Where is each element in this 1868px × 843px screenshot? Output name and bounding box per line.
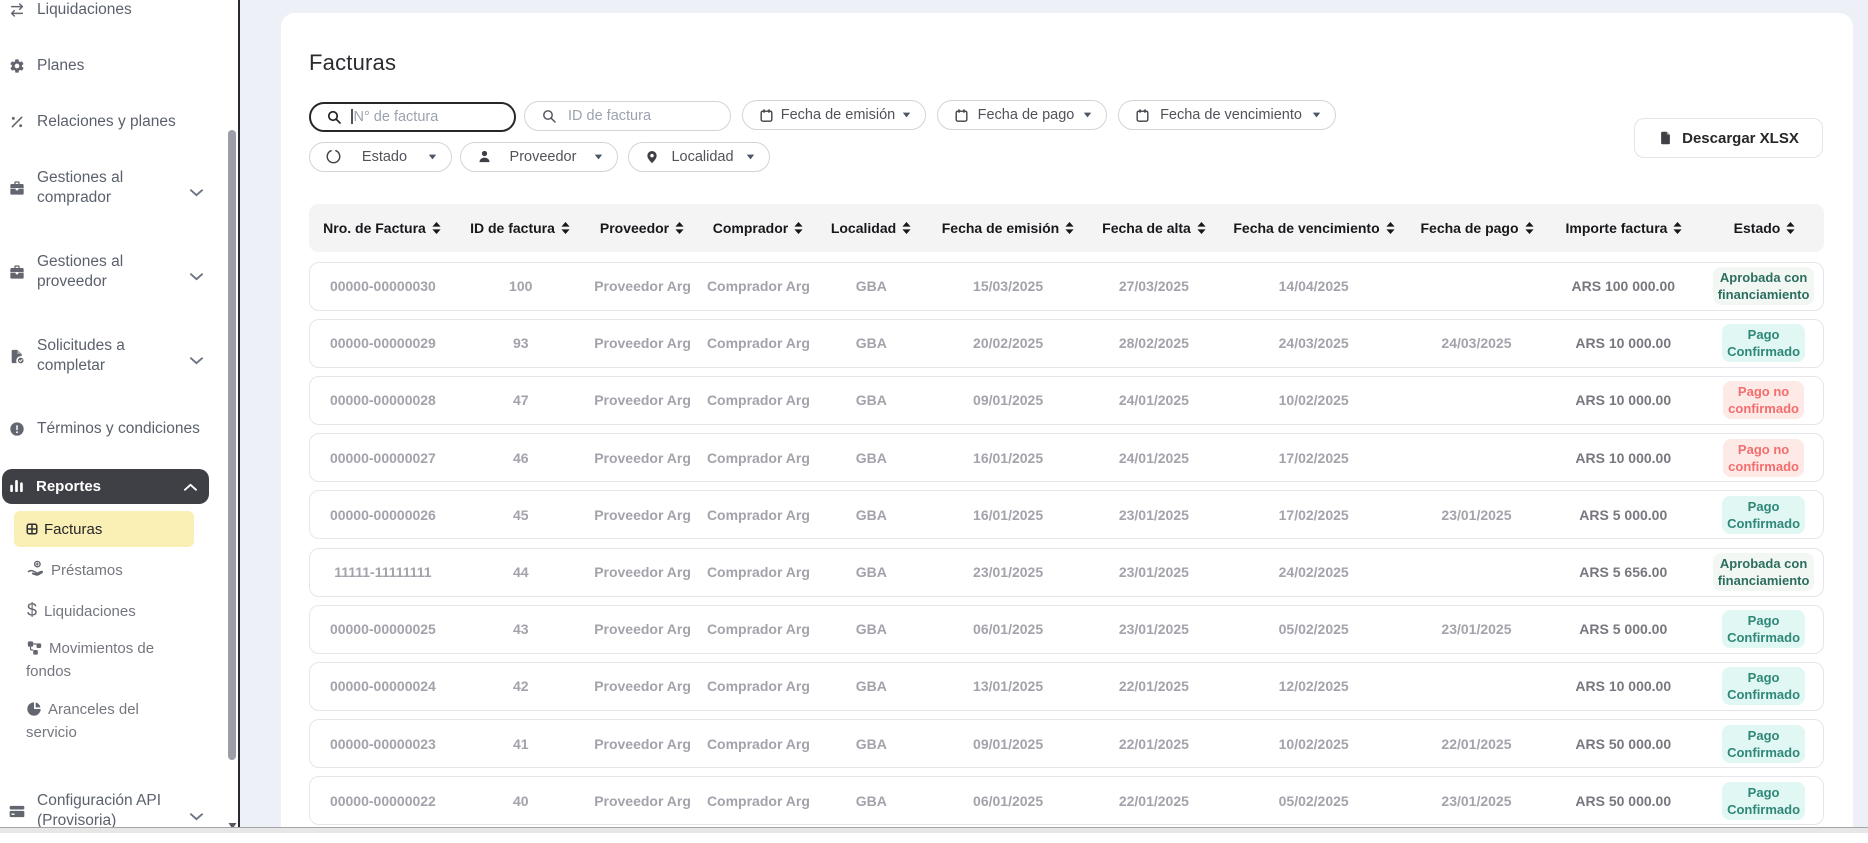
svg-text:$: $ [27,600,37,619]
